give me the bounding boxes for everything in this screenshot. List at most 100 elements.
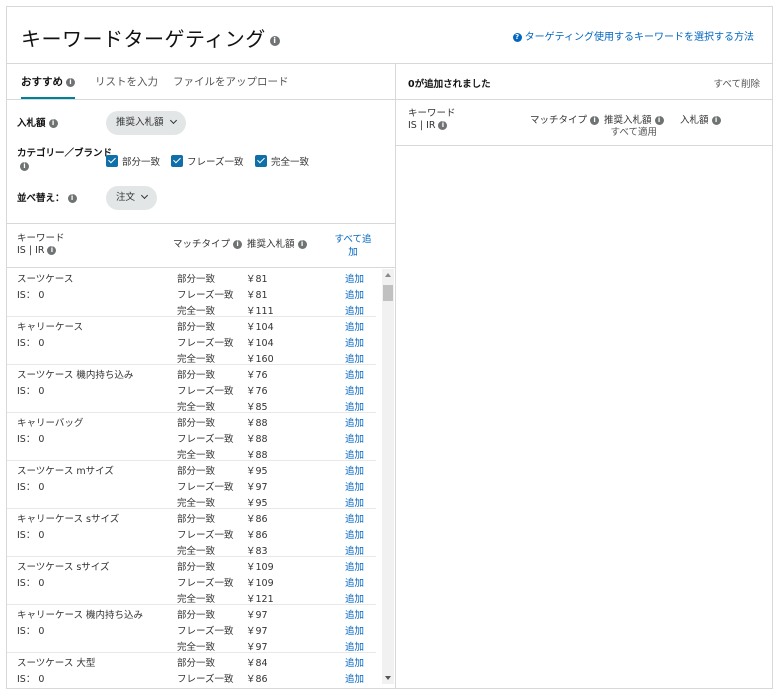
tab-suggested[interactable]: おすすめ i xyxy=(21,74,75,99)
suggested-bid-value: ￥86 xyxy=(246,674,268,685)
add-keyword-button[interactable]: 追加 xyxy=(345,399,364,413)
add-keyword-button[interactable]: 追加 xyxy=(345,655,364,669)
add-keyword-button[interactable]: 追加 xyxy=(345,607,364,621)
info-icon[interactable]: i xyxy=(590,116,600,125)
table-row: 部分一致 ￥95 追加 xyxy=(7,461,376,477)
col-match-type: マッチタイプ i xyxy=(173,239,243,251)
suggested-bid-value: ￥104 xyxy=(246,322,274,333)
remove-all-button[interactable]: すべて削除 xyxy=(714,76,760,90)
add-keyword-button[interactable]: 追加 xyxy=(345,351,364,365)
add-keyword-button[interactable]: 追加 xyxy=(345,383,364,397)
suggested-bid-value: ￥109 xyxy=(246,578,274,589)
add-keyword-button[interactable]: 追加 xyxy=(345,367,364,381)
add-keyword-button[interactable]: 追加 xyxy=(345,623,364,637)
suggested-bid-value: ￥97 xyxy=(246,626,268,637)
add-keyword-button[interactable]: 追加 xyxy=(345,303,364,317)
bid-dropdown-value: 推奨入札額 xyxy=(116,117,164,128)
checkbox-exact[interactable]: 完全一致 xyxy=(255,154,309,168)
bid-label-text: 入札額 xyxy=(17,118,46,129)
info-icon[interactable]: i xyxy=(233,240,243,249)
scroll-down-icon[interactable] xyxy=(385,676,391,680)
table-row: 完全一致 ￥83 追加 xyxy=(7,541,376,557)
add-keyword-button[interactable]: 追加 xyxy=(345,335,364,349)
add-keyword-button[interactable]: 追加 xyxy=(345,431,364,445)
col-bid: 入札額 i xyxy=(680,115,721,127)
sort-label-text: 並べ替え： xyxy=(17,193,65,204)
suggested-bid-value: ￥86 xyxy=(246,514,268,525)
add-keyword-button[interactable]: 追加 xyxy=(345,415,364,429)
add-keyword-button[interactable]: 追加 xyxy=(345,271,364,285)
sort-dropdown[interactable]: 注文 xyxy=(106,186,158,210)
match-type-text: 完全一致 xyxy=(177,354,216,365)
help-link-text: ターゲティング使用するキーワードを選択する方法 xyxy=(524,32,754,43)
scroll-up-icon[interactable] xyxy=(385,273,391,277)
match-type-text: 部分一致 xyxy=(177,610,216,621)
col-bid-label: 入札額 xyxy=(680,115,709,126)
add-keyword-button[interactable]: 追加 xyxy=(345,591,364,605)
checkbox-phrase-label: フレーズ一致 xyxy=(187,157,244,168)
tab-enter-list[interactable]: リストを入力 xyxy=(95,74,158,89)
add-keyword-button[interactable]: 追加 xyxy=(345,527,364,541)
add-keyword-button[interactable]: 追加 xyxy=(345,671,364,685)
apply-all-button[interactable]: すべて適用 xyxy=(611,127,657,138)
suggested-bid-value: ￥97 xyxy=(246,482,268,493)
help-link[interactable]: ? ターゲティング使用するキーワードを選択する方法 xyxy=(512,28,754,43)
match-type-text: 完全一致 xyxy=(177,402,216,413)
suggested-bid-value: ￥88 xyxy=(246,418,268,429)
col-match-type-label: マッチタイプ xyxy=(173,239,231,250)
tab-upload-file-label: ファイルをアップロード xyxy=(173,76,289,88)
info-icon[interactable]: i xyxy=(66,77,75,87)
info-icon[interactable]: i xyxy=(654,116,664,125)
tab-upload-file[interactable]: ファイルをアップロード xyxy=(173,74,289,89)
info-icon[interactable]: i xyxy=(67,194,77,203)
scrollbar-thumb[interactable] xyxy=(383,285,393,301)
table-row: フレーズ一致 ￥86 追加 xyxy=(7,669,376,685)
table-row: フレーズ一致 ￥104 追加 xyxy=(7,333,376,349)
suggested-bid-value: ￥104 xyxy=(246,338,274,349)
add-keyword-button[interactable]: 追加 xyxy=(345,479,364,493)
keyword-group: スーツケース 大型 IS： 0 部分一致 ￥84 追加 フレーズ一致 ￥86 追加 xyxy=(7,653,376,689)
add-keyword-button[interactable]: 追加 xyxy=(345,575,364,589)
info-icon[interactable]: i xyxy=(438,121,448,130)
info-icon[interactable]: i xyxy=(711,116,721,125)
list-column-header: キーワード IS | IR i マッチタイプ i 推奨入札額 i すべて追加 xyxy=(7,224,395,268)
add-keyword-button[interactable]: 追加 xyxy=(345,495,364,509)
add-keyword-button[interactable]: 追加 xyxy=(345,463,364,477)
info-icon[interactable]: i xyxy=(269,35,280,46)
add-keyword-button[interactable]: 追加 xyxy=(345,447,364,461)
add-keyword-button[interactable]: 追加 xyxy=(345,543,364,557)
add-keyword-button[interactable]: 追加 xyxy=(345,287,364,301)
suggested-bid-value: ￥81 xyxy=(246,290,268,301)
added-keywords-panel: 0が追加されました すべて削除 キーワード IS | IR i マッチタイプ i 推… xyxy=(396,64,772,689)
keyword-group: スーツケース 機内持ち込み IS： 0 部分一致 ￥76 追加 フレーズ一致 ￥76 追加 完全… xyxy=(7,365,376,413)
add-keyword-button[interactable]: 追加 xyxy=(345,559,364,573)
scrollbar[interactable] xyxy=(382,269,394,684)
tab-bar: おすすめ i リストを入力 ファイルをアップロード xyxy=(7,64,395,100)
checkbox-broad-label: 部分一致 xyxy=(122,157,161,168)
bid-dropdown[interactable]: 推奨入札額 xyxy=(106,111,186,135)
add-keyword-button[interactable]: 追加 xyxy=(345,639,364,653)
info-icon[interactable]: i xyxy=(297,240,307,249)
add-keyword-button[interactable]: 追加 xyxy=(345,511,364,525)
match-type-text: 部分一致 xyxy=(177,322,216,333)
page-title-text: キーワードターゲティング xyxy=(21,27,266,51)
match-type-text: フレーズ一致 xyxy=(177,674,234,685)
info-icon[interactable]: i xyxy=(47,246,57,255)
suggested-bid-value: ￥88 xyxy=(246,434,268,445)
add-all-button[interactable]: すべて追加 xyxy=(333,233,373,259)
suggested-bid-value: ￥84 xyxy=(246,658,268,669)
add-keyword-button[interactable]: 追加 xyxy=(345,319,364,333)
suggested-bid-value: ￥81 xyxy=(246,274,268,285)
checkbox-phrase[interactable]: フレーズ一致 xyxy=(171,154,244,168)
checkbox-checked-icon xyxy=(255,155,267,167)
info-icon[interactable]: i xyxy=(48,119,58,128)
col-match-type: マッチタイプ i xyxy=(530,115,600,127)
added-count: 0が追加されました xyxy=(408,79,491,90)
suggested-bid-value: ￥85 xyxy=(246,402,268,413)
table-row: 部分一致 ￥84 追加 xyxy=(7,653,376,669)
table-row: フレーズ一致 ￥86 追加 xyxy=(7,525,376,541)
match-type-text: 部分一致 xyxy=(177,370,216,381)
checkbox-broad[interactable]: 部分一致 xyxy=(106,154,160,168)
table-row: フレーズ一致 ￥97 追加 xyxy=(7,621,376,637)
suggested-bid-value: ￥76 xyxy=(246,386,268,397)
